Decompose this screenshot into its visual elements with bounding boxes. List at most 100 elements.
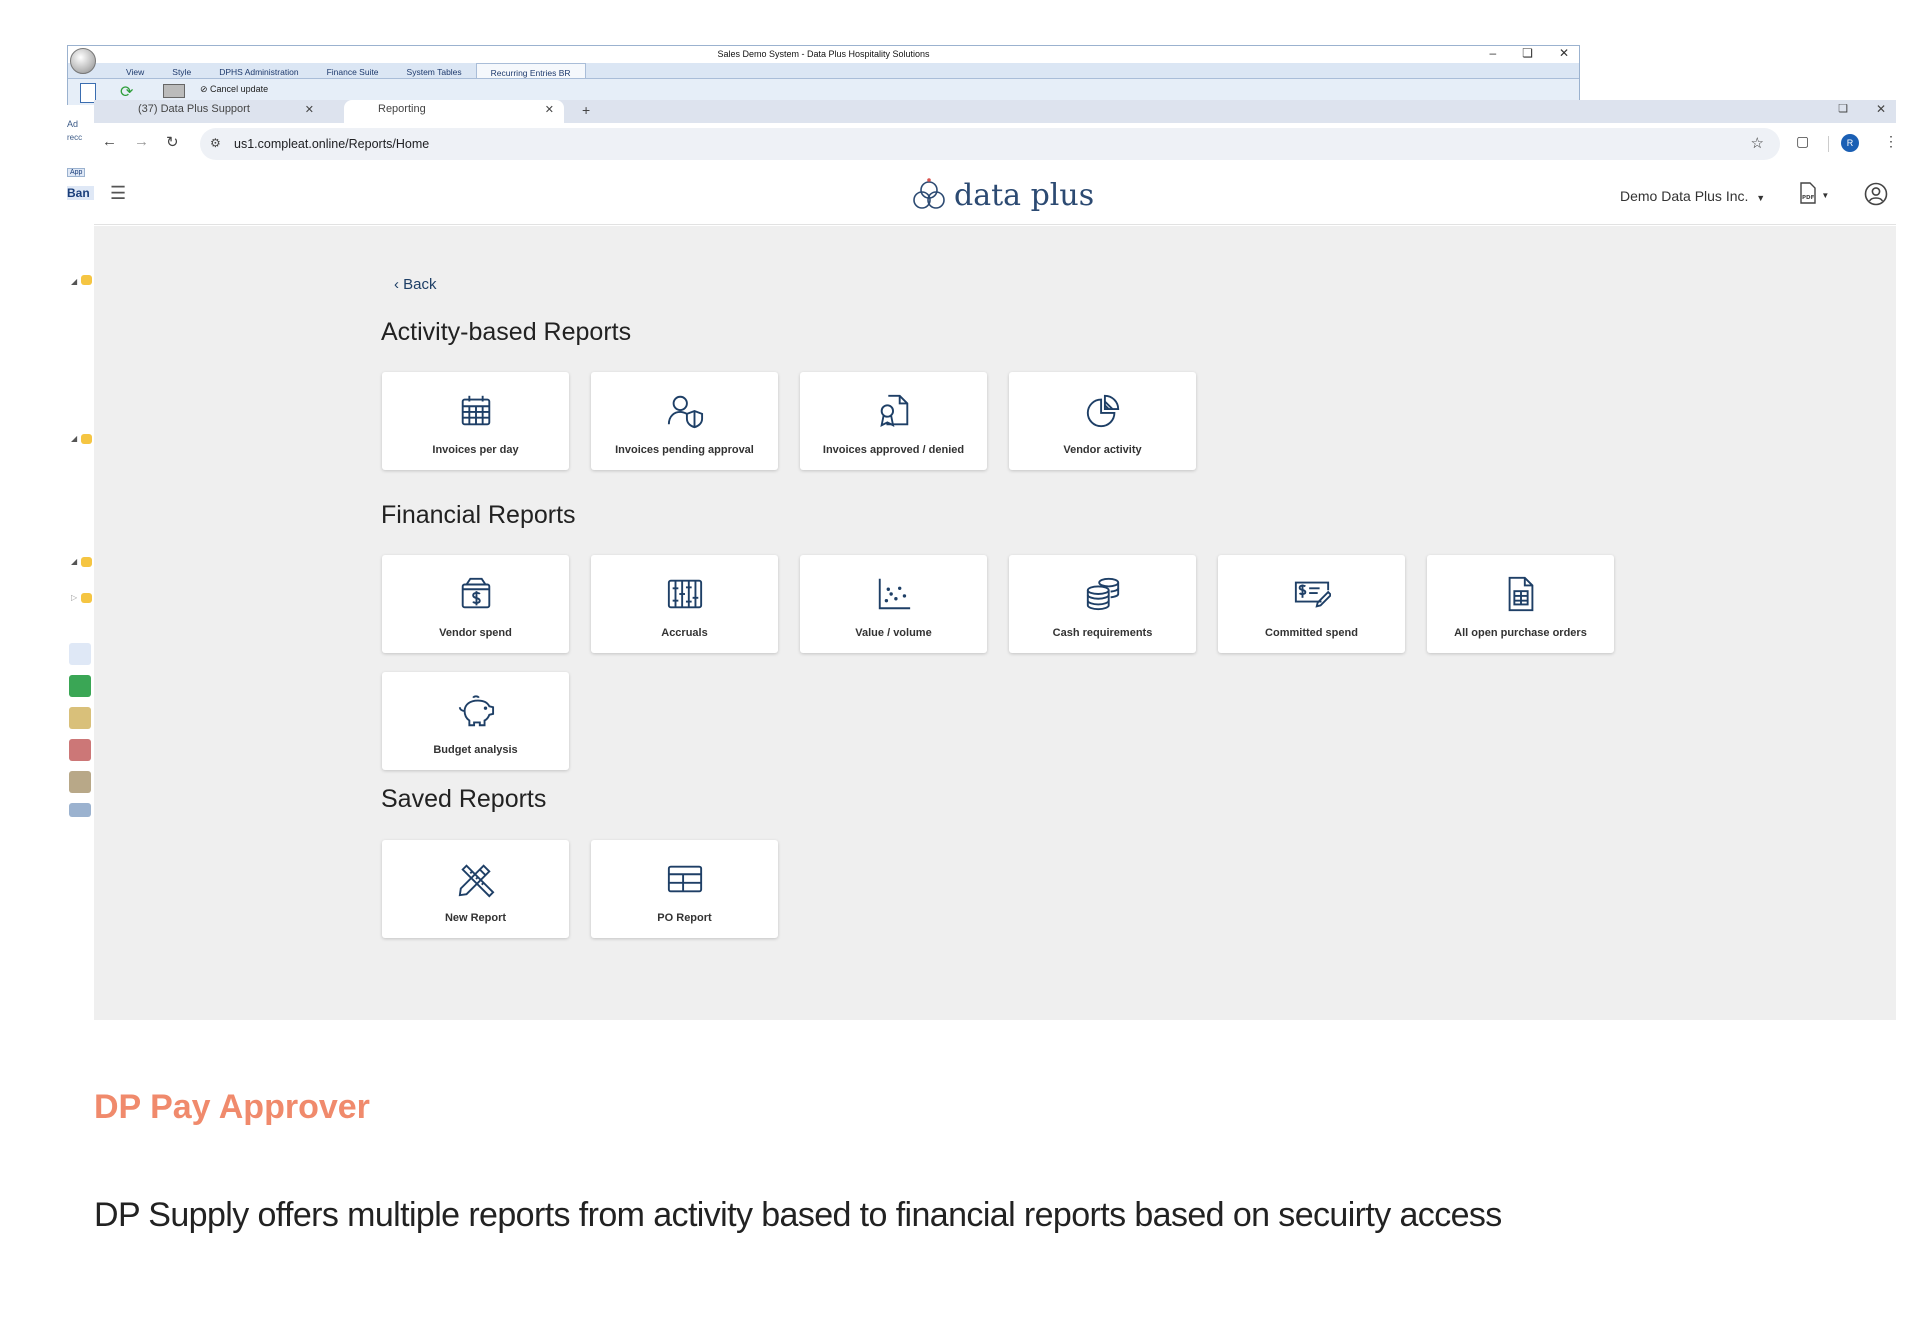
browser-tab-strip: (37) Data Plus Support ✕ Reporting ✕ + ❏… [94,100,1896,123]
site-info-icon[interactable]: ⚙ [210,136,221,150]
report-card-invoices-pending-approval[interactable]: Invoices pending approval [591,372,778,470]
keyboard-icon[interactable] [69,803,91,817]
hamburger-menu-icon[interactable]: ☰ [110,183,126,204]
card-label: New Report [444,912,507,924]
back-label: Back [403,276,437,293]
report-card-value-volume[interactable]: Value / volume [800,555,987,653]
report-card-new-report[interactable]: New Report [382,840,569,938]
report-card-committed-spend[interactable]: Committed spend [1218,555,1405,653]
globe-icon[interactable] [69,707,91,729]
tree-expander-3[interactable]: ◢ [71,557,77,566]
tree-expander-2[interactable]: ◢ [71,434,77,443]
new-tab-button[interactable]: + [582,102,590,118]
report-card-accruals[interactable]: Accruals [591,555,778,653]
close-tab-icon[interactable]: ✕ [305,103,314,116]
piggy-bank-icon [458,695,495,727]
scatter-chart-icon [878,578,911,610]
apps-tab[interactable]: App [67,168,86,177]
bank-icon[interactable] [69,771,91,793]
calendar-app-icon[interactable] [69,739,91,761]
card-label: Invoices per day [432,444,519,456]
account-icon[interactable] [1864,182,1888,206]
tab-label: Reporting [378,103,426,115]
tree-expander-1[interactable]: ◢ [71,277,77,286]
report-card-invoices-per-day[interactable]: Invoices per day [382,372,569,470]
chevron-left-icon: ‹ [394,276,399,293]
back-link[interactable]: ‹ Back [394,276,437,293]
background-windows-app: Sales Demo System - Data Plus Hospitalit… [67,45,1580,105]
ribbon-tab-dphs-administration[interactable]: DPHS Administration [205,63,312,78]
document-table-icon [1508,576,1534,612]
card-label: Invoices pending approval [615,444,754,456]
card-label: Vendor activity [1063,444,1142,456]
ribbon-tab-view[interactable]: View [112,63,158,78]
abacus-icon [667,579,703,609]
close-window-icon[interactable]: ✕ [1876,102,1886,116]
windows-titlebar: Sales Demo System - Data Plus Hospitalit… [68,46,1579,74]
printer-icon[interactable] [163,84,185,98]
ribbon-tab-style[interactable]: Style [158,63,205,78]
user-shield-icon [667,395,704,429]
ribbon-tabs: View Style DPHS Administration Finance S… [68,63,1579,79]
bank-label: Ban [67,186,94,200]
restore-icon[interactable]: ❏ [1522,46,1533,60]
pdf-label: PDF [1802,195,1815,201]
footprints-icon[interactable] [69,643,91,665]
calendar-icon [461,395,491,426]
browser-tab-support[interactable]: (37) Data Plus Support ✕ [104,100,324,123]
report-card-po-report[interactable]: PO Report [591,840,778,938]
data-plus-logo[interactable]: data plus [910,177,1094,213]
check-pen-icon [1294,581,1331,608]
browser-toolbar: ← → ↻ ⚙ us1.compleat.online/Reports/Home… [94,123,1898,165]
browser-window: (37) Data Plus Support ✕ Reporting ✕ + ❏… [94,100,1898,1020]
card-label: Cash requirements [1052,627,1153,639]
profile-avatar[interactable]: R [1841,134,1859,152]
report-card-cash-requirements[interactable]: Cash requirements [1009,555,1196,653]
browser-menu-icon[interactable]: ⋮ [1884,133,1898,150]
ribbon-tab-system-tables[interactable]: System Tables [393,63,476,78]
card-label: PO Report [657,912,712,924]
pie-chart-icon [1086,394,1120,428]
minimize-icon[interactable]: – [1489,46,1496,60]
url-text: us1.compleat.online/Reports/Home [234,137,430,151]
restore-window-icon[interactable]: ❏ [1838,102,1848,115]
back-arrow-icon[interactable]: ← [102,133,117,150]
ribbon-tab-recurring-entries[interactable]: Recurring Entries BR [475,63,586,78]
folder-icon [81,593,92,603]
ribbon-fragment-ad: Ad [67,119,79,129]
cancel-update-button[interactable]: ⊘ Cancel update [200,84,268,95]
cancel-icon: ⊘ [200,84,211,94]
report-card-vendor-spend[interactable]: Vendor spend [382,555,569,653]
app-header: ☰ data plus Demo Data Plus Inc. ▼ PDF ▼ [94,165,1896,225]
forward-arrow-icon[interactable]: → [134,133,149,150]
bookmark-star-icon[interactable]: ☆ [1751,134,1764,152]
card-label: Accruals [661,627,708,639]
coin-stack-icon [1086,577,1120,611]
background-app-left-panel: Ad recc App Ban ◢ ◢ ◢ ▷ [67,105,94,821]
close-tab-icon[interactable]: ✕ [545,103,554,116]
tree-expander-4[interactable]: ▷ [71,593,77,602]
ribbon-tab-finance-suite[interactable]: Finance Suite [313,63,393,78]
browser-tab-reporting[interactable]: Reporting ✕ [344,100,564,123]
folder-icon [81,557,92,567]
certificate-document-icon [880,394,909,427]
folder-icon [81,434,92,444]
report-card-all-open-purchase-orders[interactable]: All open purchase orders [1427,555,1614,653]
pdf-export-menu[interactable]: PDF ▼ [1798,182,1829,207]
ledger-icon[interactable] [69,675,91,697]
address-bar[interactable]: ⚙ us1.compleat.online/Reports/Home ☆ [200,128,1780,160]
report-card-vendor-activity[interactable]: Vendor activity [1009,372,1196,470]
card-label: Invoices approved / denied [822,444,965,456]
card-label: All open purchase orders [1454,627,1587,639]
reports-content: ‹ Back Activity-based Reports Invoices p… [94,226,1896,1020]
reload-icon[interactable]: ↻ [166,133,179,151]
close-icon[interactable]: ✕ [1559,46,1569,60]
ribbon-fragment-rec: recc [67,133,83,142]
caret-down-icon: ▼ [1756,193,1766,203]
extensions-icon[interactable]: ▢ [1796,133,1809,150]
refresh-icon[interactable]: ⟳ [120,82,142,101]
company-selector[interactable]: Demo Data Plus Inc. ▼ [1620,188,1765,204]
report-card-budget-analysis[interactable]: Budget analysis [382,672,569,770]
dollar-box-icon [461,577,491,609]
report-card-invoices-approved-denied[interactable]: Invoices approved / denied [800,372,987,470]
